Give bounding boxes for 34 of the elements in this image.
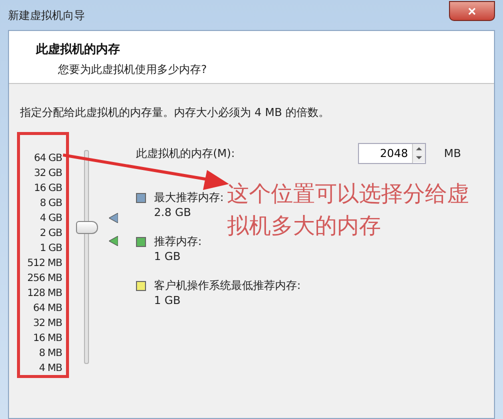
- scale-label: 8 GB: [40, 197, 62, 211]
- spin-up-icon[interactable]: [413, 144, 425, 153]
- memory-label: 此虚拟机的内存(M):: [136, 146, 236, 160]
- window-title: 新建虚拟机向导: [8, 8, 85, 22]
- scale-label: 64 GB: [34, 152, 62, 166]
- scale-label: 32 GB: [34, 167, 62, 181]
- page-subtitle: 您要为此虚拟机使用多少内存?: [58, 62, 208, 77]
- legend-label: 推荐内存:: [154, 234, 202, 249]
- scale-label: 16 MB: [33, 332, 62, 346]
- legend-value: 1 GB: [154, 249, 182, 264]
- legend-value: 2.8 GB: [154, 205, 192, 220]
- scale-label: 16 GB: [34, 182, 62, 196]
- scale-label: 1 GB: [40, 242, 62, 256]
- legend-label: 最大推荐内存:: [154, 190, 224, 205]
- scale-label: 2 GB: [40, 227, 62, 241]
- scale-label: 512 MB: [27, 257, 62, 271]
- memory-field[interactable]: 2048: [358, 142, 426, 164]
- scale-label: 8 MB: [38, 347, 62, 361]
- annotation-text: 这个位置可以选择分给虚拟机多大的内存: [227, 180, 470, 240]
- legend-label: 客户机操作系统最低推荐内存:: [154, 278, 301, 293]
- marker-icon: [109, 236, 118, 246]
- legend-value: 1 GB: [154, 293, 182, 308]
- slider-thumb[interactable]: [76, 220, 98, 234]
- spin-down-icon[interactable]: [413, 153, 425, 162]
- scale-label: 32 MB: [33, 317, 62, 331]
- marker-icon: [109, 212, 118, 223]
- page-title: 此虚拟机的内存: [36, 41, 121, 58]
- description-text: 指定分配给此虚拟机的内存量。内存大小必须为 4 MB 的倍数。: [20, 105, 331, 120]
- scale-label: 4 GB: [40, 212, 62, 226]
- scale-label: 4 MB: [38, 362, 62, 376]
- scale-label: 256 MB: [27, 272, 62, 286]
- scale-label: 128 MB: [27, 287, 62, 301]
- unit-label: MB: [444, 146, 462, 160]
- scale-label: 64 MB: [33, 302, 62, 316]
